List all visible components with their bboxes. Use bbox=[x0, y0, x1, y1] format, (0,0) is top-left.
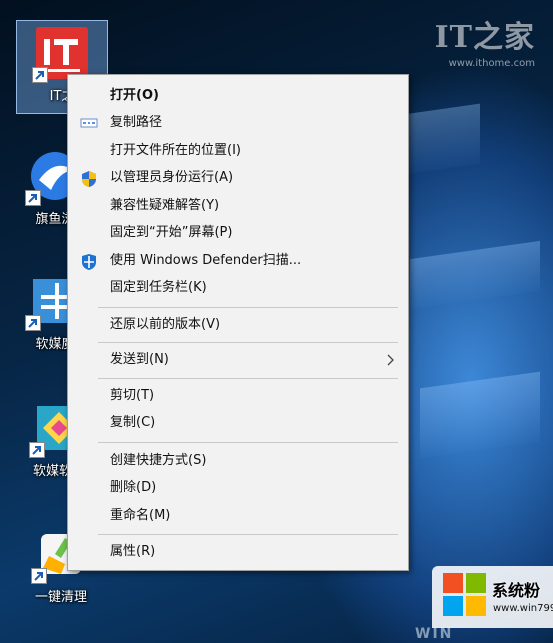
watermark-logo: IT之家 bbox=[434, 20, 535, 55]
menu-item-properties[interactable]: 属性(R) bbox=[68, 539, 408, 565]
uac-shield-icon bbox=[80, 170, 98, 187]
menu-item-label: 复制(C) bbox=[110, 415, 156, 430]
menu-separator bbox=[98, 442, 398, 443]
menu-item-label: 打开文件所在的位置(I) bbox=[110, 143, 241, 158]
menu-item-label: 兼容性疑难解答(Y) bbox=[110, 198, 220, 213]
menu-item-label: 使用 Windows Defender扫描... bbox=[110, 253, 302, 268]
menu-item-label: 还原以前的版本(V) bbox=[110, 317, 221, 332]
shortcut-arrow-icon bbox=[32, 67, 48, 83]
menu-item-defender-scan[interactable]: 使用 Windows Defender扫描... bbox=[68, 248, 408, 274]
chevron-right-icon bbox=[386, 347, 396, 381]
menu-item-label: 发送到(N) bbox=[110, 352, 169, 367]
menu-separator bbox=[98, 307, 398, 308]
light-beam bbox=[410, 240, 540, 310]
context-menu: 打开(O) 复制路径 打开文件所在的位置(I) 以管理员身份运行(A) 兼容性疑… bbox=[67, 74, 409, 571]
menu-item-rename[interactable]: 重命名(M) bbox=[68, 503, 408, 529]
menu-item-label: 固定到“开始”屏幕(P) bbox=[110, 225, 233, 240]
menu-item-label: 打开(O) bbox=[110, 88, 159, 103]
menu-item-create-shortcut[interactable]: 创建快捷方式(S) bbox=[68, 448, 408, 474]
menu-separator bbox=[98, 342, 398, 343]
copy-path-icon bbox=[80, 115, 98, 131]
menu-item-label: 以管理员身份运行(A) bbox=[110, 170, 234, 185]
menu-item-open[interactable]: 打开(O) bbox=[68, 83, 408, 109]
menu-item-troubleshoot-compat[interactable]: 兼容性疑难解答(Y) bbox=[68, 193, 408, 219]
brand-name: 系统粉 bbox=[492, 581, 541, 600]
ithome-watermark: IT之家 www.ithome.com bbox=[435, 12, 535, 69]
menu-item-copy[interactable]: 复制(C) bbox=[68, 410, 408, 436]
menu-item-restore-versions[interactable]: 还原以前的版本(V) bbox=[68, 312, 408, 338]
menu-item-delete[interactable]: 删除(D) bbox=[68, 475, 408, 501]
menu-item-label: 属性(R) bbox=[110, 544, 156, 559]
shortcut-arrow-icon bbox=[25, 190, 41, 206]
shortcut-arrow-icon bbox=[25, 315, 41, 331]
brand-url: www.win7999.com bbox=[493, 603, 553, 614]
menu-item-label: 创建快捷方式(S) bbox=[110, 453, 207, 468]
menu-separator bbox=[98, 534, 398, 535]
light-beam bbox=[420, 371, 540, 459]
menu-item-label: 重命名(M) bbox=[110, 508, 171, 523]
menu-item-open-location[interactable]: 打开文件所在的位置(I) bbox=[68, 138, 408, 164]
shortcut-arrow-icon bbox=[29, 442, 45, 458]
menu-item-pin-to-start[interactable]: 固定到“开始”屏幕(P) bbox=[68, 220, 408, 246]
menu-item-run-as-admin[interactable]: 以管理员身份运行(A) bbox=[68, 165, 408, 191]
menu-item-copy-path[interactable]: 复制路径 bbox=[68, 110, 408, 136]
menu-separator bbox=[98, 378, 398, 379]
menu-item-label: 剪切(T) bbox=[110, 388, 155, 403]
windows-logo-icon bbox=[443, 573, 489, 619]
desktop-background: IT之家 www.ithome.com IT之 旗鱼浏 软媒魔 软媒软件 一键清… bbox=[0, 0, 553, 643]
windows-defender-icon bbox=[80, 253, 98, 270]
menu-item-pin-to-taskbar[interactable]: 固定到任务栏(K) bbox=[68, 275, 408, 301]
watermark-url: www.ithome.com bbox=[448, 58, 535, 69]
shortcut-arrow-icon bbox=[31, 568, 47, 584]
ithome-app-icon bbox=[32, 27, 88, 83]
menu-item-send-to[interactable]: 发送到(N) bbox=[68, 347, 408, 373]
bottom-watermark: WIN bbox=[415, 626, 454, 642]
desktop-icon-label: 一键清理 bbox=[34, 590, 87, 605]
menu-item-label: 删除(D) bbox=[110, 480, 157, 495]
menu-item-cut[interactable]: 剪切(T) bbox=[68, 383, 408, 409]
menu-item-label: 固定到任务栏(K) bbox=[110, 280, 207, 295]
menu-item-label: 复制路径 bbox=[110, 115, 163, 130]
